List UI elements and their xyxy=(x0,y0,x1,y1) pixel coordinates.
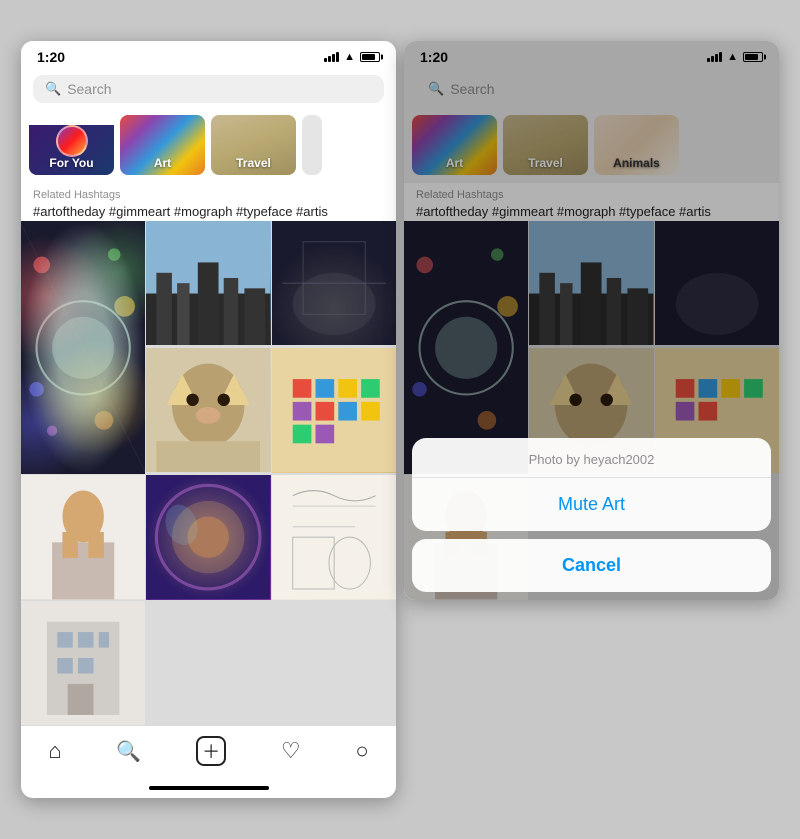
photo-grid-left xyxy=(21,221,396,725)
status-icons-left: ▲ xyxy=(324,51,380,63)
status-bar-left: 1:20 ▲ xyxy=(21,41,396,69)
grid-cell-building[interactable] xyxy=(21,601,145,725)
avatar-foryou xyxy=(56,125,88,157)
grid-cell-dark-art-1[interactable] xyxy=(272,221,396,345)
search-placeholder-left: Search xyxy=(67,81,111,97)
chip-foryou[interactable]: For You xyxy=(29,115,114,175)
grid-cell-splatter[interactable] xyxy=(21,221,145,475)
status-time-left: 1:20 xyxy=(37,49,65,65)
grid-cell-sketches-svg xyxy=(272,475,396,599)
nav-home-left[interactable]: ⌂ xyxy=(48,738,61,764)
mute-art-button[interactable]: Mute Art xyxy=(412,478,771,531)
action-sheet-overlay: Photo by heyach2002 Mute Art Cancel xyxy=(404,41,779,600)
cancel-button[interactable]: Cancel xyxy=(412,539,771,592)
signal-bar-2 xyxy=(328,56,331,62)
chip-label-foryou: For You xyxy=(29,156,114,170)
battery-icon-left xyxy=(360,52,380,62)
battery-fill-left xyxy=(362,54,375,60)
search-input-wrapper-left[interactable]: 🔍 Search xyxy=(33,75,384,103)
grid-cell-portrait-svg xyxy=(21,475,145,599)
grid-cell-psychedelic-svg xyxy=(146,475,270,599)
nav-profile-left[interactable]: ○ xyxy=(355,738,368,764)
action-sheet-title: Photo by heyach2002 xyxy=(412,438,771,478)
grid-cell-dark-art-svg xyxy=(272,221,396,345)
nav-search-left[interactable]: 🔍 xyxy=(116,739,141,764)
signal-bar-1 xyxy=(324,58,327,62)
nav-heart-left[interactable]: ♡ xyxy=(281,738,301,764)
hashtags-label-left: Related Hashtags xyxy=(33,189,384,201)
signal-bar-3 xyxy=(332,54,335,62)
wifi-icon-left: ▲ xyxy=(344,51,355,63)
screens-wrapper: 1:20 ▲ 🔍 Search xyxy=(21,41,779,798)
grid-cell-lego-svg xyxy=(272,348,396,472)
categories-left: For You Art Travel xyxy=(21,111,396,183)
action-sheet: Photo by heyach2002 Mute Art Cancel xyxy=(404,430,779,600)
home-indicator-left xyxy=(21,782,396,798)
chip-label-art-left: Art xyxy=(120,156,205,170)
chip-extra-left[interactable] xyxy=(302,115,322,175)
grid-cell-cityscape[interactable] xyxy=(146,221,270,345)
nav-add-left[interactable]: ＋ xyxy=(196,736,226,766)
hashtags-section-left: Related Hashtags #artoftheday #gimmeart … xyxy=(21,183,396,221)
bottom-indicator-left xyxy=(149,786,269,790)
grid-cell-splatter-svg xyxy=(21,221,145,475)
grid-cell-cityscape-svg xyxy=(146,221,270,345)
grid-cell-fox[interactable] xyxy=(146,348,270,472)
search-icon-left: 🔍 xyxy=(45,81,61,97)
bottom-nav-left: ⌂ 🔍 ＋ ♡ ○ xyxy=(21,725,396,782)
signal-bars-left xyxy=(324,52,339,62)
chip-art-left[interactable]: Art xyxy=(120,115,205,175)
grid-cell-fox-svg xyxy=(146,348,270,472)
grid-cell-sketches[interactable] xyxy=(272,475,396,599)
chip-label-travel-left: Travel xyxy=(211,156,296,170)
signal-bar-4 xyxy=(336,52,339,62)
hashtags-text-left: #artoftheday #gimmeart #mograph #typefac… xyxy=(33,204,384,219)
grid-cell-lego[interactable] xyxy=(272,348,396,472)
chip-travel-left[interactable]: Travel xyxy=(211,115,296,175)
search-bar-left: 🔍 Search xyxy=(21,69,396,111)
grid-cell-portrait[interactable] xyxy=(21,475,145,599)
left-phone-screen: 1:20 ▲ 🔍 Search xyxy=(21,41,396,798)
right-phone-screen: 1:20 ▲ 🔍 Search xyxy=(404,41,779,600)
grid-cell-psychedelic[interactable] xyxy=(146,475,270,599)
action-sheet-card: Photo by heyach2002 Mute Art xyxy=(412,438,771,531)
grid-cell-building-svg xyxy=(21,601,145,725)
